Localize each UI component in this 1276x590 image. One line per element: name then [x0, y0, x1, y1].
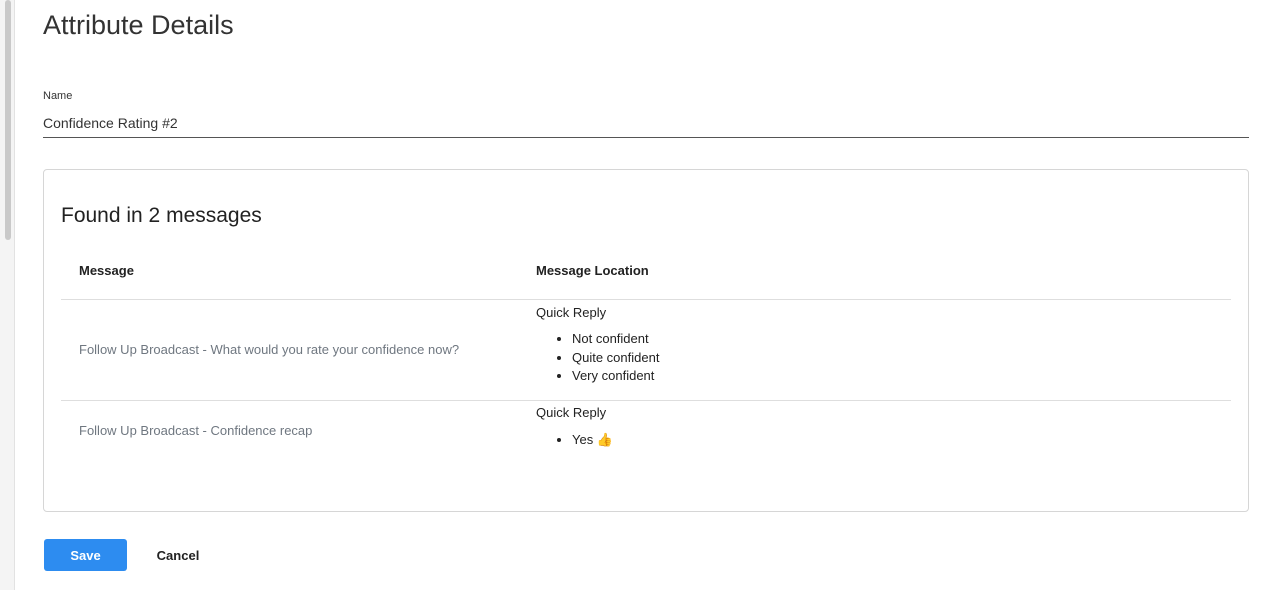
usage-heading: Found in 2 messages [61, 204, 262, 227]
quick-reply-item: Very confident [572, 367, 659, 386]
table-row-divider [61, 400, 1231, 401]
message-link[interactable]: Follow Up Broadcast - Confidence recap [79, 423, 312, 438]
column-header-message-location: Message Location [536, 263, 649, 278]
table-row-divider [61, 299, 1231, 300]
save-button[interactable]: Save [44, 539, 127, 571]
location-type: Quick Reply [536, 305, 607, 320]
column-header-message: Message [79, 263, 134, 278]
page: Attribute Details Name Found in 2 messag… [0, 0, 1276, 590]
location-type: Quick Reply [536, 405, 607, 420]
quick-reply-list: Not confident Quite confident Very confi… [556, 330, 659, 386]
quick-reply-item: Quite confident [572, 349, 659, 368]
page-title: Attribute Details [43, 10, 234, 40]
name-input[interactable] [43, 108, 1249, 138]
message-link[interactable]: Follow Up Broadcast - What would you rat… [79, 342, 459, 357]
quick-reply-item: Not confident [572, 330, 659, 349]
cancel-button[interactable]: Cancel [145, 539, 211, 571]
usage-card: Found in 2 messages Message Message Loca… [43, 169, 1249, 512]
quick-reply-item: Yes 👍 [572, 431, 613, 450]
name-field-label: Name [43, 90, 73, 102]
quick-reply-list: Yes 👍 [556, 431, 613, 450]
left-panel-edge [0, 0, 15, 590]
scrollbar-thumb[interactable] [5, 0, 11, 240]
